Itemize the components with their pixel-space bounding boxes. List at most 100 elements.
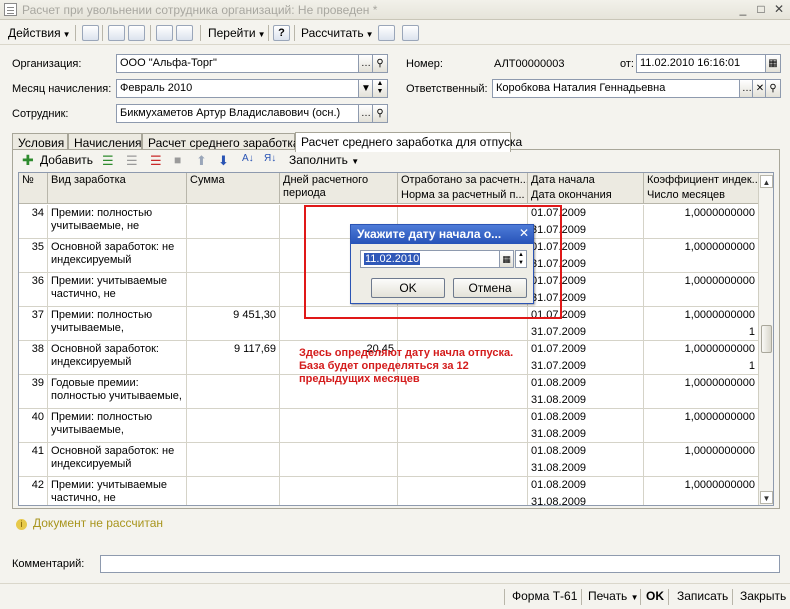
col-header-num[interactable]: № xyxy=(19,173,48,204)
calculate-menu[interactable]: Рассчитать ▼ xyxy=(301,24,374,42)
actions-menu[interactable]: Действия ▼ xyxy=(8,24,71,42)
row-days[interactable] xyxy=(280,443,398,477)
close-icon[interactable]: ✕ xyxy=(519,226,529,240)
row-kind[interactable]: Основной заработок: индексируемый xyxy=(48,341,187,375)
row-sum[interactable] xyxy=(187,409,280,443)
row-number[interactable]: 40 xyxy=(19,409,48,443)
tab-average-earnings-vacation[interactable]: Расчет среднего заработка для отпуска xyxy=(295,132,522,152)
row-period[interactable]: 01.07.2009 31.07.2009 xyxy=(528,341,644,375)
maximize-button[interactable]: □ xyxy=(752,2,770,17)
row-coef[interactable]: 1,0000000000 1 xyxy=(644,307,759,341)
row-period[interactable]: 01.08.2009 31.08.2009 xyxy=(528,409,644,443)
search-icon[interactable]: ⚲ xyxy=(372,54,388,73)
row-number[interactable]: 41 xyxy=(19,443,48,477)
move-up-icon[interactable]: ⬆ xyxy=(196,153,212,168)
col-header-months[interactable]: Число месяцев xyxy=(644,188,760,204)
col-header-norm[interactable]: Норма за расчетный п... xyxy=(398,188,528,204)
row-number[interactable]: 36 xyxy=(19,273,48,307)
row-coef[interactable]: 1,0000000000 xyxy=(644,239,759,273)
row-sum[interactable]: 9 451,30 xyxy=(187,307,280,341)
unpost-document-icon[interactable] xyxy=(176,25,193,41)
minimize-button[interactable]: _ xyxy=(734,2,752,17)
col-header-days[interactable]: Дней расчетного периода xyxy=(280,173,398,204)
form-t61-button[interactable]: Форма Т-61 xyxy=(512,589,577,603)
dialog-ok-button[interactable]: OK xyxy=(371,278,445,298)
sort-asc-icon[interactable]: A↓ xyxy=(242,153,258,168)
post-document-icon[interactable] xyxy=(156,25,173,41)
row-worked[interactable] xyxy=(398,409,528,443)
spin-icon[interactable]: ▲ ▼ xyxy=(515,250,527,268)
col-header-worked[interactable]: Отработано за расчетн... xyxy=(398,173,528,189)
structure-tree-icon[interactable] xyxy=(402,25,419,41)
row-sum[interactable] xyxy=(187,205,280,239)
row-sum[interactable] xyxy=(187,443,280,477)
row-days[interactable] xyxy=(280,409,398,443)
fill-menu[interactable]: Заполнить ▼ xyxy=(289,153,359,167)
table-row[interactable]: 40 Премии: полностью учитываемые, 01.08.20… xyxy=(19,409,759,443)
col-header-coef[interactable]: Коэффициент индек... xyxy=(644,173,760,189)
scroll-down-icon[interactable]: ▼ xyxy=(760,491,773,504)
col-header-end[interactable]: Дата окончания xyxy=(528,188,644,204)
row-number[interactable]: 34 xyxy=(19,205,48,239)
row-kind[interactable]: Премии: полностью учитываемые, xyxy=(48,307,187,341)
row-kind[interactable]: Основной заработок: не индексируемый xyxy=(48,239,187,273)
row-sum[interactable] xyxy=(187,239,280,273)
col-header-sum[interactable]: Сумма xyxy=(187,173,280,204)
row-sum[interactable]: 9 117,69 xyxy=(187,341,280,375)
org-field[interactable]: ООО "Альфа-Торг" xyxy=(116,54,359,73)
col-header-kind[interactable]: Вид заработка xyxy=(48,173,187,204)
calendar-icon[interactable]: ▦ xyxy=(765,54,781,73)
row-days[interactable] xyxy=(280,477,398,505)
row-kind[interactable]: Премии: полностью учитываемые, xyxy=(48,409,187,443)
search-icon[interactable]: ⚲ xyxy=(372,104,388,123)
dialog-cancel-button[interactable]: Отмена xyxy=(453,278,527,298)
search-icon[interactable]: ⚲ xyxy=(765,79,781,98)
row-coef[interactable]: 1,0000000000 xyxy=(644,443,759,477)
row-coef[interactable]: 1,0000000000 xyxy=(644,477,759,505)
list-icon[interactable] xyxy=(378,25,395,41)
row-coef[interactable]: 1,0000000000 1 xyxy=(644,341,759,375)
scroll-up-icon[interactable]: ▲ xyxy=(760,175,773,188)
add-row-button[interactable]: Добавить xyxy=(40,153,93,167)
row-worked[interactable] xyxy=(398,443,528,477)
row-coef[interactable]: 1,0000000000 xyxy=(644,273,759,307)
help-icon[interactable]: ? xyxy=(273,25,290,41)
ok-button[interactable]: OK xyxy=(646,589,664,603)
start-date-input[interactable]: 11.02.2010 xyxy=(360,250,504,268)
row-worked[interactable] xyxy=(398,477,528,505)
employee-field[interactable]: Бикмухаметов Артур Владиславович (осн.) xyxy=(116,104,359,123)
row-kind[interactable]: Премии: полностью учитываемые, не xyxy=(48,205,187,239)
row-period[interactable]: 01.08.2009 31.08.2009 xyxy=(528,477,644,505)
table-row[interactable]: 41 Основной заработок: не индексируемый 01… xyxy=(19,443,759,477)
move-back-icon[interactable] xyxy=(82,25,99,41)
sort-desc-icon[interactable]: Я↓ xyxy=(264,153,280,168)
row-kind[interactable]: Годовые премии: полностью учитываемые, xyxy=(48,375,187,409)
calendar-icon[interactable]: ▦ xyxy=(499,250,514,268)
add-group-icon[interactable]: ☰ xyxy=(102,153,118,168)
goto-menu[interactable]: Перейти ▼ xyxy=(208,24,265,42)
refresh-icon[interactable] xyxy=(128,25,145,41)
responsible-field[interactable]: Коробкова Наталия Геннадьевна xyxy=(492,79,740,98)
row-number[interactable]: 42 xyxy=(19,477,48,505)
print-menu[interactable]: Печать ▼ xyxy=(588,589,639,603)
row-sum[interactable] xyxy=(187,477,280,505)
table-row[interactable]: 42 Премии: учитываемые частично, не 01.08.… xyxy=(19,477,759,505)
date-field[interactable]: 11.02.2010 16:16:01 xyxy=(636,54,766,73)
row-sum[interactable] xyxy=(187,375,280,409)
row-number[interactable]: 38 xyxy=(19,341,48,375)
month-field[interactable]: Февраль 2010 xyxy=(116,79,359,98)
row-period[interactable]: 01.08.2009 31.08.2009 xyxy=(528,375,644,409)
close-window-button[interactable]: ✕ xyxy=(770,2,788,17)
col-header-start[interactable]: Дата начала xyxy=(528,173,644,189)
row-number[interactable]: 39 xyxy=(19,375,48,409)
row-period[interactable]: 01.08.2009 31.08.2009 xyxy=(528,443,644,477)
move-down-icon[interactable]: ⬇ xyxy=(218,153,234,168)
end-edit-icon[interactable]: ■ xyxy=(174,153,190,168)
row-number[interactable]: 35 xyxy=(19,239,48,273)
row-sum[interactable] xyxy=(187,273,280,307)
close-button[interactable]: Закрыть xyxy=(740,589,786,603)
scroll-thumb[interactable] xyxy=(761,325,772,353)
row-number[interactable]: 37 xyxy=(19,307,48,341)
spin-icon[interactable]: ▲ ▼ xyxy=(372,79,388,98)
row-kind[interactable]: Основной заработок: не индексируемый xyxy=(48,443,187,477)
